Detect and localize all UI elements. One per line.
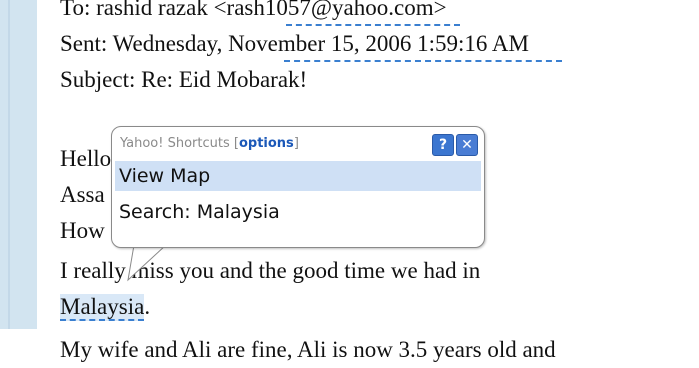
message-left-bar <box>0 0 37 329</box>
sent-text: Sent: Wednesday, November 15, 2006 1:59:… <box>60 31 529 56</box>
popup-header: Yahoo! Shortcuts [options] <box>120 131 476 157</box>
hello-line: Hello <box>60 141 111 177</box>
malaysia-period: . <box>144 294 151 319</box>
view-map-menu-item[interactable]: View Map <box>115 161 481 191</box>
left-bar-divider <box>8 0 10 329</box>
popup-options-link[interactable]: options <box>239 136 294 151</box>
help-icon[interactable]: ? <box>432 134 454 156</box>
email-link-underline <box>286 24 460 26</box>
date-link-underline <box>284 60 562 62</box>
assa-line: Assa <box>60 177 105 213</box>
to-line: To: rashid razak <rash1057@yahoo.com> <box>60 0 447 26</box>
malaysia-shortcut-link[interactable]: Malaysia <box>60 294 145 321</box>
miss-line: I really miss you and the good time we h… <box>60 253 480 289</box>
search-menu-item[interactable]: Search: Malaysia <box>115 197 481 227</box>
subject-line: Subject: Re: Eid Mobarak! <box>60 62 307 98</box>
popup-title-prefix: Yahoo! Shortcuts [ <box>120 136 239 151</box>
assa-text: Assa <box>60 182 105 207</box>
last-line: My wife and Ali are fine, Ali is now 3.5… <box>60 332 556 368</box>
last-text: My wife and Ali are fine, Ali is now 3.5… <box>60 337 556 362</box>
malaysia-line: Malaysia. <box>60 289 150 325</box>
popup-title-suffix: ] <box>293 136 299 151</box>
left-bar-gap <box>0 329 37 365</box>
sent-line: Sent: Wednesday, November 15, 2006 1:59:… <box>60 26 529 62</box>
to-text: To: rashid razak <rash1057@yahoo.com> <box>60 0 447 20</box>
miss-text: I really miss you and the good time we h… <box>60 258 481 283</box>
close-icon[interactable]: ✕ <box>456 134 478 156</box>
subject-text: Subject: Re: Eid Mobarak! <box>60 67 308 92</box>
hello-text: Hello <box>60 146 112 171</box>
yahoo-shortcuts-popup: Yahoo! Shortcuts [options] ? ✕ View Map … <box>111 126 485 248</box>
